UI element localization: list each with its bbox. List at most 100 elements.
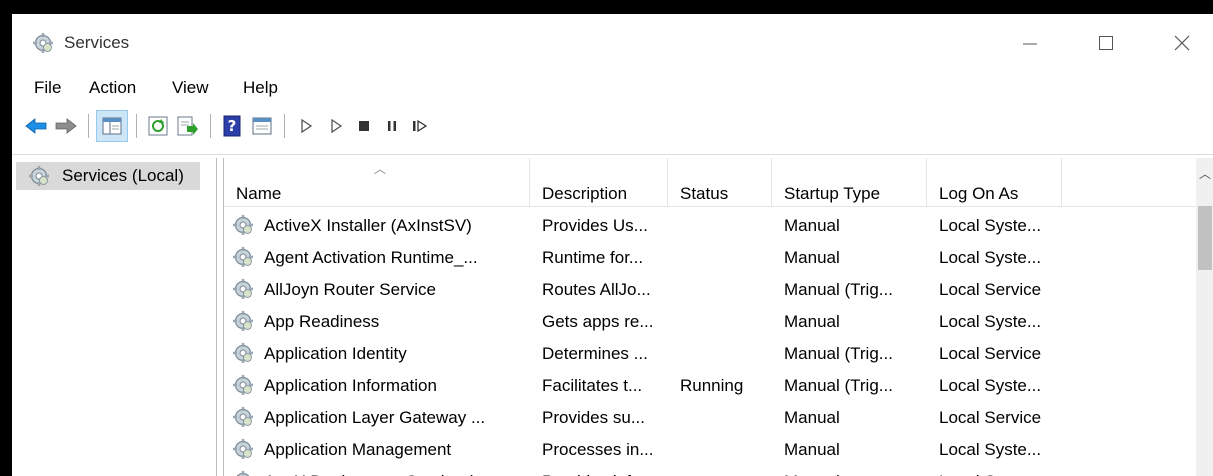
service-log-on-as-cell: Local Service bbox=[939, 408, 1042, 427]
start-service-button[interactable] bbox=[292, 112, 320, 140]
column-header-description[interactable]: Description bbox=[530, 158, 668, 206]
service-description-cell: Provides Us... bbox=[542, 216, 648, 235]
service-gear-icon bbox=[232, 214, 254, 236]
start-service-alt-button[interactable] bbox=[322, 112, 350, 140]
service-log-on-as-cell: Local Syste... bbox=[939, 312, 1042, 331]
svg-text:?: ? bbox=[228, 117, 237, 135]
table-row[interactable]: Application Layer Gateway ... Provides su… bbox=[224, 402, 1196, 434]
service-startup-type-cell: Manual (Trig... bbox=[784, 280, 893, 299]
column-label: Description bbox=[542, 184, 628, 203]
close-button[interactable] bbox=[1144, 14, 1213, 72]
toolbar-separator bbox=[284, 114, 285, 138]
service-status-cell: Running bbox=[680, 376, 744, 395]
menu-help[interactable]: Help bbox=[243, 78, 278, 98]
table-row[interactable]: Application Identity Determines ... Manual… bbox=[224, 338, 1196, 370]
column-header-startup-type[interactable]: Startup Type bbox=[772, 158, 927, 206]
show-hide-console-tree-button[interactable] bbox=[96, 110, 128, 142]
refresh-button[interactable] bbox=[144, 112, 172, 140]
back-icon bbox=[25, 118, 47, 134]
table-row[interactable]: Application Management Processes in... Man… bbox=[224, 434, 1196, 466]
help-button[interactable]: ? bbox=[218, 112, 246, 140]
service-description-cell: Runtime for... bbox=[542, 248, 644, 267]
toolbar-separator bbox=[210, 114, 211, 138]
table-row[interactable]: ActiveX Installer (AxInstSV) Provides Us.… bbox=[224, 210, 1196, 242]
table-row[interactable]: AppX Deployment Service (... Provides inf… bbox=[224, 466, 1196, 476]
service-startup-type-cell: Manual bbox=[784, 216, 840, 235]
column-label: Log On As bbox=[939, 184, 1019, 203]
minimize-button[interactable] bbox=[992, 14, 1068, 72]
scroll-up-icon[interactable]: ︿ bbox=[1196, 162, 1213, 186]
stop-service-button[interactable] bbox=[350, 112, 378, 140]
back-button[interactable] bbox=[22, 112, 50, 140]
service-gear-icon bbox=[232, 438, 254, 460]
menu-action[interactable]: Action bbox=[89, 78, 136, 98]
service-log-on-as-cell: Local Service bbox=[939, 280, 1042, 299]
service-name-cell: AppX Deployment Service (... bbox=[264, 472, 487, 476]
forward-button[interactable] bbox=[52, 112, 80, 140]
service-startup-type-cell: Manual bbox=[784, 312, 840, 331]
properties-icon bbox=[252, 117, 272, 135]
service-name-cell: Agent Activation Runtime_... bbox=[264, 248, 478, 267]
service-description-cell: Routes AllJo... bbox=[542, 280, 651, 299]
service-startup-type-cell: Manual bbox=[784, 440, 840, 459]
service-description-cell: Processes in... bbox=[542, 440, 654, 459]
export-list-button[interactable] bbox=[174, 112, 202, 140]
service-gear-icon bbox=[232, 374, 254, 396]
window-title: Services bbox=[64, 33, 130, 52]
column-label: Name bbox=[236, 184, 282, 203]
services-app-icon bbox=[32, 32, 54, 54]
menu-view[interactable]: View bbox=[172, 78, 209, 98]
scroll-thumb[interactable] bbox=[1198, 206, 1212, 270]
maximize-icon bbox=[1099, 36, 1113, 50]
service-startup-type-cell: Manual bbox=[784, 248, 840, 267]
service-startup-type-cell: Manual (Trig... bbox=[784, 344, 893, 363]
table-row[interactable]: Application Information Facilitates t... R… bbox=[224, 370, 1196, 402]
vertical-scrollbar[interactable]: ︿ bbox=[1196, 158, 1213, 476]
service-gear-icon bbox=[232, 246, 254, 268]
start-alt-icon bbox=[331, 118, 343, 134]
service-description-cell: Gets apps re... bbox=[542, 312, 654, 331]
service-description-cell: Facilitates t... bbox=[542, 376, 643, 395]
column-header-log-on-as[interactable]: Log On As bbox=[927, 158, 1062, 206]
export-list-icon bbox=[177, 116, 198, 136]
service-name-cell: AllJoyn Router Service bbox=[264, 280, 436, 299]
minimize-icon bbox=[1023, 43, 1037, 45]
start-icon bbox=[301, 118, 313, 134]
table-row[interactable]: AllJoyn Router Service Routes AllJo... Man… bbox=[224, 274, 1196, 306]
show-tree-icon bbox=[102, 117, 122, 135]
column-header-name[interactable]: Name ︿ bbox=[224, 158, 530, 206]
forward-icon bbox=[55, 118, 77, 134]
column-label: Startup Type bbox=[784, 184, 881, 203]
service-log-on-as-cell: Local Service bbox=[939, 344, 1042, 363]
resume-service-button[interactable] bbox=[406, 112, 434, 140]
pause-service-button[interactable] bbox=[378, 112, 406, 140]
list-header: Name ︿ Description Status Startup Type L… bbox=[224, 158, 1196, 207]
service-log-on-as-cell: Local Syste... bbox=[939, 472, 1041, 476]
properties-button[interactable] bbox=[248, 112, 276, 140]
menu-bar: File Action View Help bbox=[12, 72, 1213, 102]
service-log-on-as-cell: Local Syste... bbox=[939, 216, 1042, 235]
column-label: Status bbox=[680, 184, 729, 203]
service-log-on-as-cell: Local Syste... bbox=[939, 376, 1042, 395]
column-header-status[interactable]: Status bbox=[668, 158, 772, 206]
service-gear-icon bbox=[232, 406, 254, 428]
toolbar-separator bbox=[88, 114, 89, 138]
service-name-cell: Application Management bbox=[264, 440, 452, 459]
toolbar: ? bbox=[12, 104, 1213, 155]
menu-file[interactable]: File bbox=[34, 78, 61, 98]
service-gear-icon bbox=[232, 310, 254, 332]
close-icon bbox=[1174, 35, 1190, 51]
table-row[interactable]: Agent Activation Runtime_... Runtime for.… bbox=[224, 242, 1196, 274]
help-icon: ? bbox=[223, 115, 241, 137]
services-window: Services File Action View Help ? Service… bbox=[12, 14, 1213, 476]
title-bar: Services bbox=[12, 14, 1213, 72]
table-row[interactable]: App Readiness Gets apps re... Manual Local … bbox=[224, 306, 1196, 338]
service-startup-type-cell: Manual bbox=[784, 408, 840, 427]
service-gear-icon bbox=[232, 278, 254, 300]
services-list-pane: Name ︿ Description Status Startup Type L… bbox=[223, 158, 1213, 476]
service-log-on-as-cell: Local Syste... bbox=[939, 440, 1042, 459]
maximize-button[interactable] bbox=[1068, 14, 1144, 72]
service-name-cell: Application Layer Gateway ... bbox=[264, 408, 486, 427]
tree-item-services-local[interactable]: Services (Local) bbox=[16, 162, 200, 190]
service-description-cell: Provides su... bbox=[542, 408, 645, 427]
